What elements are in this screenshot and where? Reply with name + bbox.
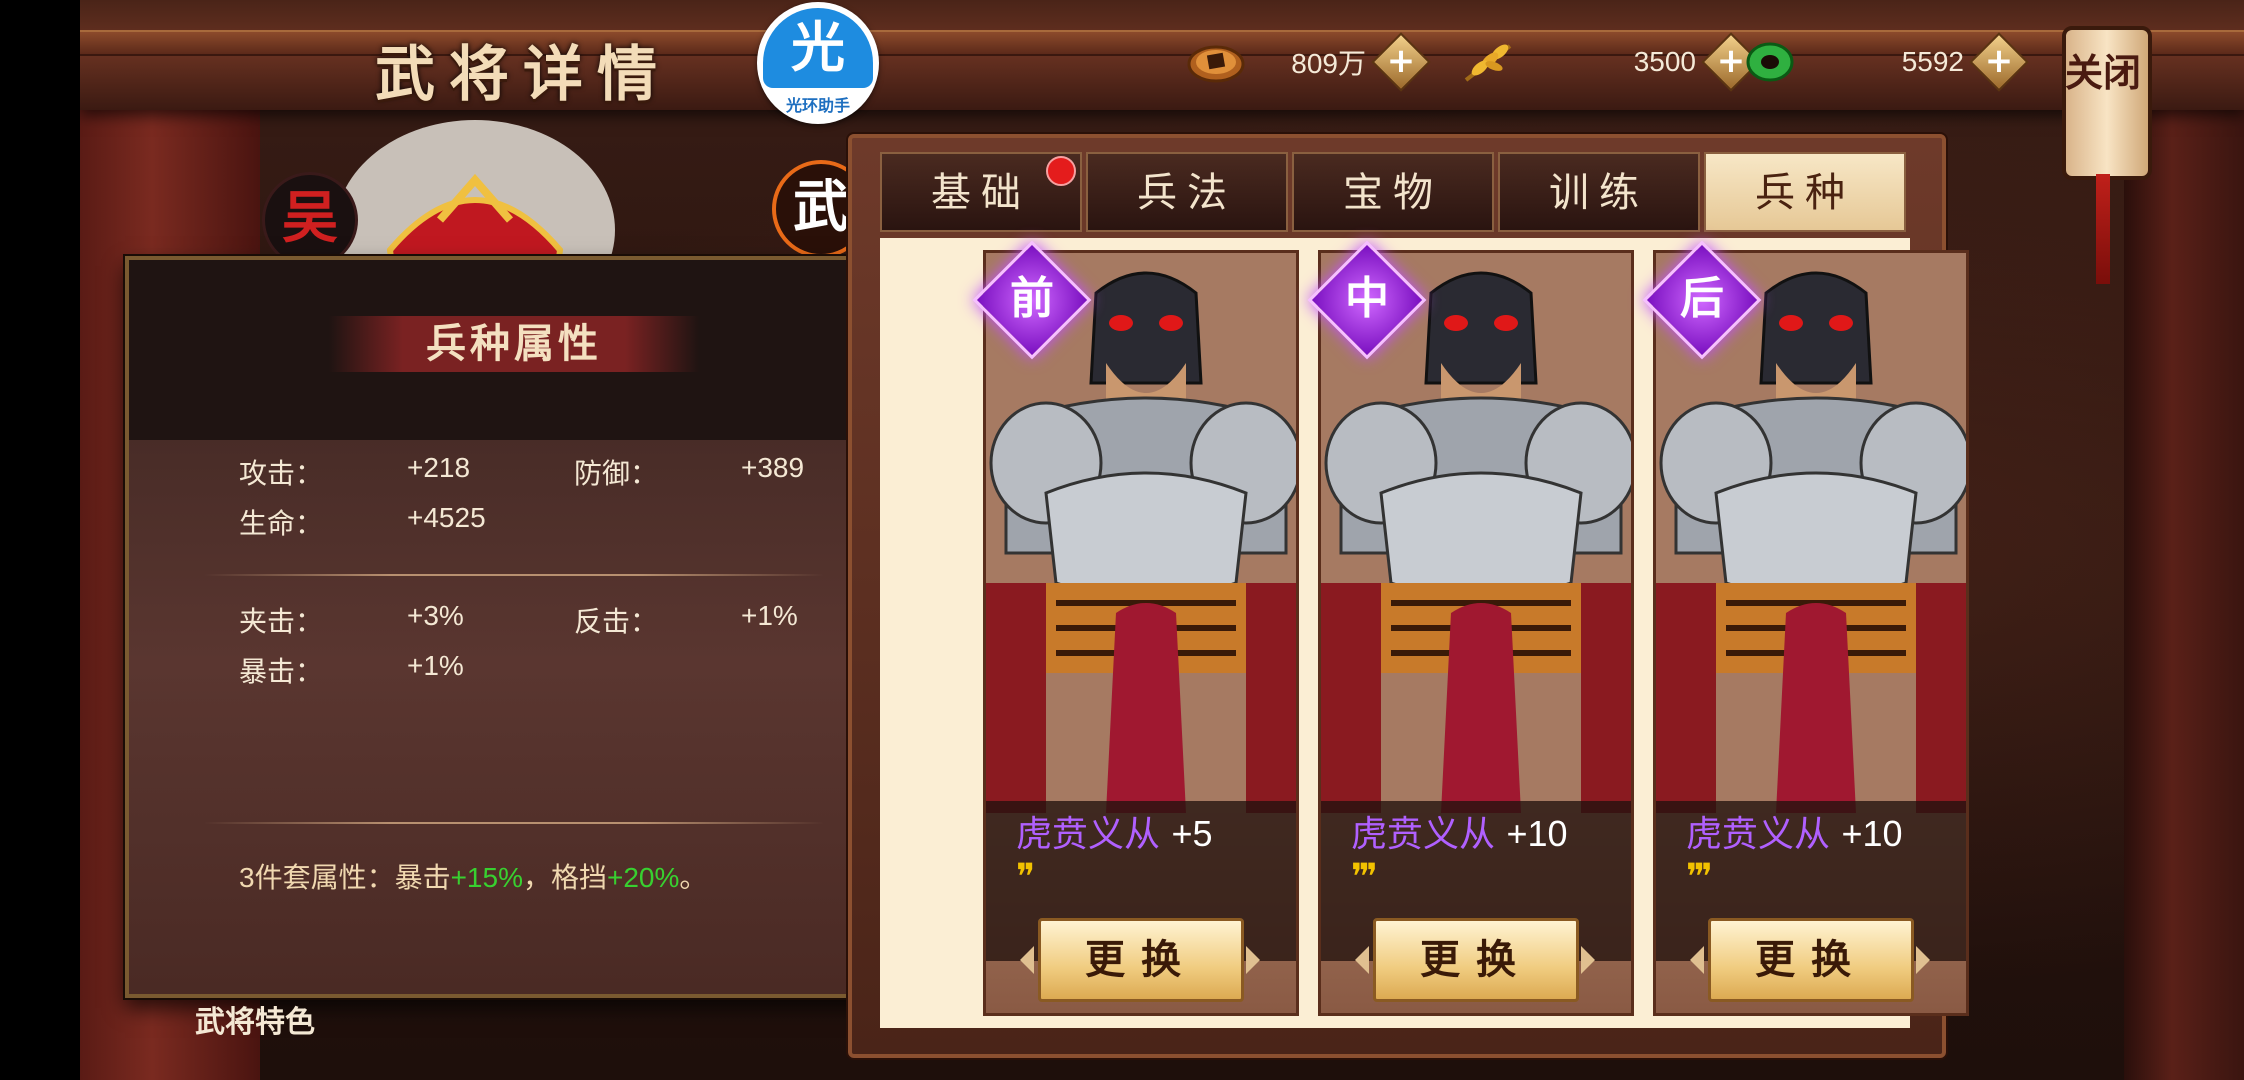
notification-dot [1046,156,1076,186]
tab-treasure-label: 宝物 [1343,170,1443,216]
troop-card-middle[interactable]: 虎贲义从 +10 ❜❜❜ [1318,250,1634,1016]
troop-name: 虎贲义从 +5 [1016,805,1213,857]
add-copper-button[interactable]: + [1371,32,1431,92]
swap-arrow-right-icon [1916,946,1930,974]
stat-label-defense: 防御： [574,458,659,489]
stat-label-counter: 反击： [574,606,659,637]
stat-value-counter: +1% [741,600,798,631]
position-front-label: 前 [1010,273,1054,324]
copper-value: 809万 [1291,48,1366,79]
stat-label-hp: 生命： [239,508,324,539]
helper-badge-label: 光环助手 [785,96,850,115]
hero-trait-label: 武将特色 [195,1005,315,1040]
position-middle-label: 中 [1345,273,1389,324]
troop-card-rear[interactable]: 虎贲义从 +10 ❜❜❜ [1653,250,1969,1016]
set-bonus-block: +20% [607,862,680,893]
helper-badge-glyph: 光 [763,8,873,88]
tab-basic[interactable]: 基础 [880,152,1082,232]
stats-panel-header: 兵种属性 [129,260,899,440]
tab-troops[interactable]: 兵种 [1704,152,1906,232]
stat-label-crit: 暴击： [239,656,324,687]
troop-rank-pips: ❜❜❜ [1351,857,1378,898]
troop-level: +10 [1841,813,1903,854]
pip-icon: ❜❜ [1016,857,1035,898]
jade-value: 5592 [1901,46,1964,77]
set-divider [204,822,824,824]
tab-basic-label: 基础 [931,170,1031,216]
stat-label-pincer: 夹击： [239,606,324,637]
close-label: 关闭 [2064,50,2141,95]
tab-treasure[interactable]: 宝物 [1292,152,1494,232]
troop-level: +5 [1171,813,1213,854]
tab-tactics-label: 兵法 [1137,170,1237,216]
set-bonus-mid: ，格挡 [522,862,607,893]
stat-label-attack: 攻击： [239,458,324,489]
coin-icon [1187,45,1245,83]
tab-tactics[interactable]: 兵法 [1086,152,1288,232]
pip-icon: ❜❜❜ [1686,857,1713,898]
pip-icon: ❜❜❜ [1351,857,1378,898]
stats-panel-title: 兵种属性 [426,320,602,367]
grain-value: 3500 [1633,46,1696,77]
troop-stats-panel: 兵种属性 攻击： +218 防御： +389 生命： +4525 夹击： +3%… [125,256,903,998]
swap-button-front[interactable]: 更换 [1038,918,1244,1002]
troop-name: 虎贲义从 +10 [1686,805,1903,857]
swap-arrow-right-icon [1581,946,1595,974]
resource-copper: 809万 + [1186,32,1431,92]
swap-button-middle[interactable]: 更换 [1373,918,1579,1002]
lantern-tassel [2096,174,2110,284]
add-jade-button[interactable]: + [1969,32,2029,92]
wheat-icon [1464,44,1512,82]
helper-app-badge[interactable]: 光 光环助手 [757,2,879,124]
resource-jade: 5592 + [1740,32,2029,92]
tab-bar: 基础 兵法 宝物 训练 兵种 [880,152,1910,236]
troop-name-text: 虎贲义从 [1686,814,1831,855]
stat-value-attack: +218 [407,452,471,483]
set-bonus-prefix: 3件套属性：暴击 [239,862,451,893]
swap-button-rear[interactable]: 更换 [1708,918,1914,1002]
set-bonus-suffix: 。 [679,862,708,893]
swap-arrow-left-icon [1690,946,1704,974]
page-title: 武将详情 [375,40,671,110]
swap-arrow-right-icon [1246,946,1260,974]
jade-ring-icon [1746,42,1794,82]
set-bonus-crit: +15% [450,862,523,893]
troop-rank-pips: ❜❜❜ [1686,857,1713,898]
stats-divider [204,574,824,576]
tab-troops-label: 兵种 [1755,170,1855,216]
stat-value-pincer: +3% [407,600,464,631]
troop-name-text: 虎贲义从 [1351,814,1496,855]
stat-value-crit: +1% [407,650,464,681]
position-rear-label: 后 [1680,273,1724,324]
troop-card-front[interactable]: 虎贲义从 +5 ❜❜ [983,250,1299,1016]
troop-level: +10 [1506,813,1568,854]
tab-training[interactable]: 训练 [1498,152,1700,232]
swap-arrow-left-icon [1020,946,1034,974]
right-curtain [2124,60,2244,1080]
stat-value-hp: +4525 [407,502,486,533]
set-bonus-line: 3件套属性：暴击+15%，格挡+20%。 [239,856,707,896]
faction-badge: 吴 [262,172,358,268]
troop-name-text: 虎贲义从 [1016,814,1161,855]
stat-value-defense: +389 [741,452,805,483]
close-button[interactable]: 关闭 [2058,14,2152,284]
swap-arrow-left-icon [1355,946,1369,974]
tab-training-label: 训练 [1549,170,1649,216]
resource-grain: 3500 + [1460,32,1761,92]
troop-rank-pips: ❜❜ [1016,857,1035,898]
troop-name: 虎贲义从 +10 [1351,805,1568,857]
